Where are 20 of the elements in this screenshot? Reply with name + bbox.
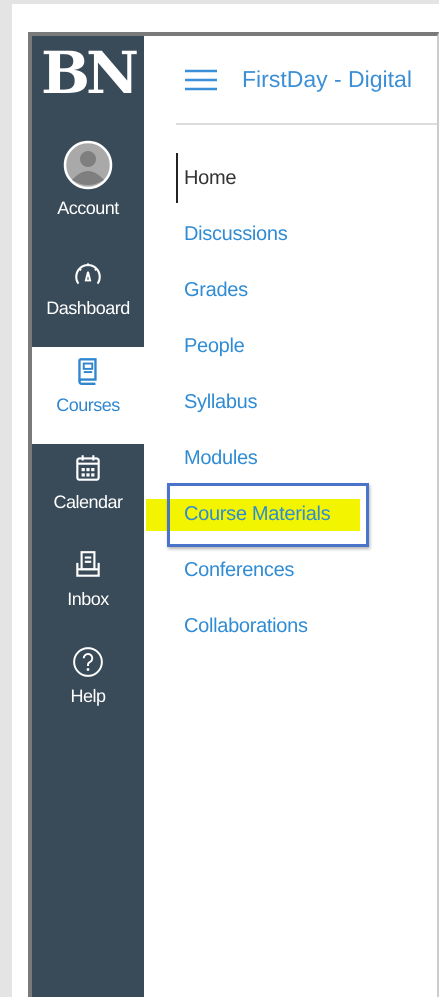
avatar-icon: [63, 140, 113, 190]
sidebar-item[interactable]: Inbox: [32, 541, 144, 638]
course-nav-link[interactable]: Discussions: [176, 219, 288, 249]
logo: BN: [40, 38, 137, 109]
sidebar-item[interactable]: Dashboard: [32, 250, 144, 347]
course-nav-link[interactable]: Grades: [176, 275, 248, 305]
menu-icon[interactable]: [184, 68, 218, 92]
course-nav-link[interactable]: People: [176, 331, 244, 361]
course-nav-link[interactable]: Home: [176, 153, 236, 203]
help-icon: [72, 646, 104, 678]
course-nav-link[interactable]: Course Materials: [176, 499, 330, 529]
course-nav-link[interactable]: Syllabus: [176, 387, 258, 417]
course-nav-link[interactable]: Collaborations: [176, 611, 308, 641]
sidebar-item[interactable]: Account: [32, 140, 144, 250]
sidebar-item[interactable]: Calendar: [32, 444, 144, 541]
course-nav-link[interactable]: Conferences: [176, 555, 294, 585]
course-nav-link[interactable]: Modules: [176, 443, 258, 473]
course-title[interactable]: FirstDay - Digital: [242, 66, 412, 93]
sidebar-item[interactable]: Courses: [32, 347, 144, 444]
sidebar-item[interactable]: Help: [32, 638, 144, 735]
